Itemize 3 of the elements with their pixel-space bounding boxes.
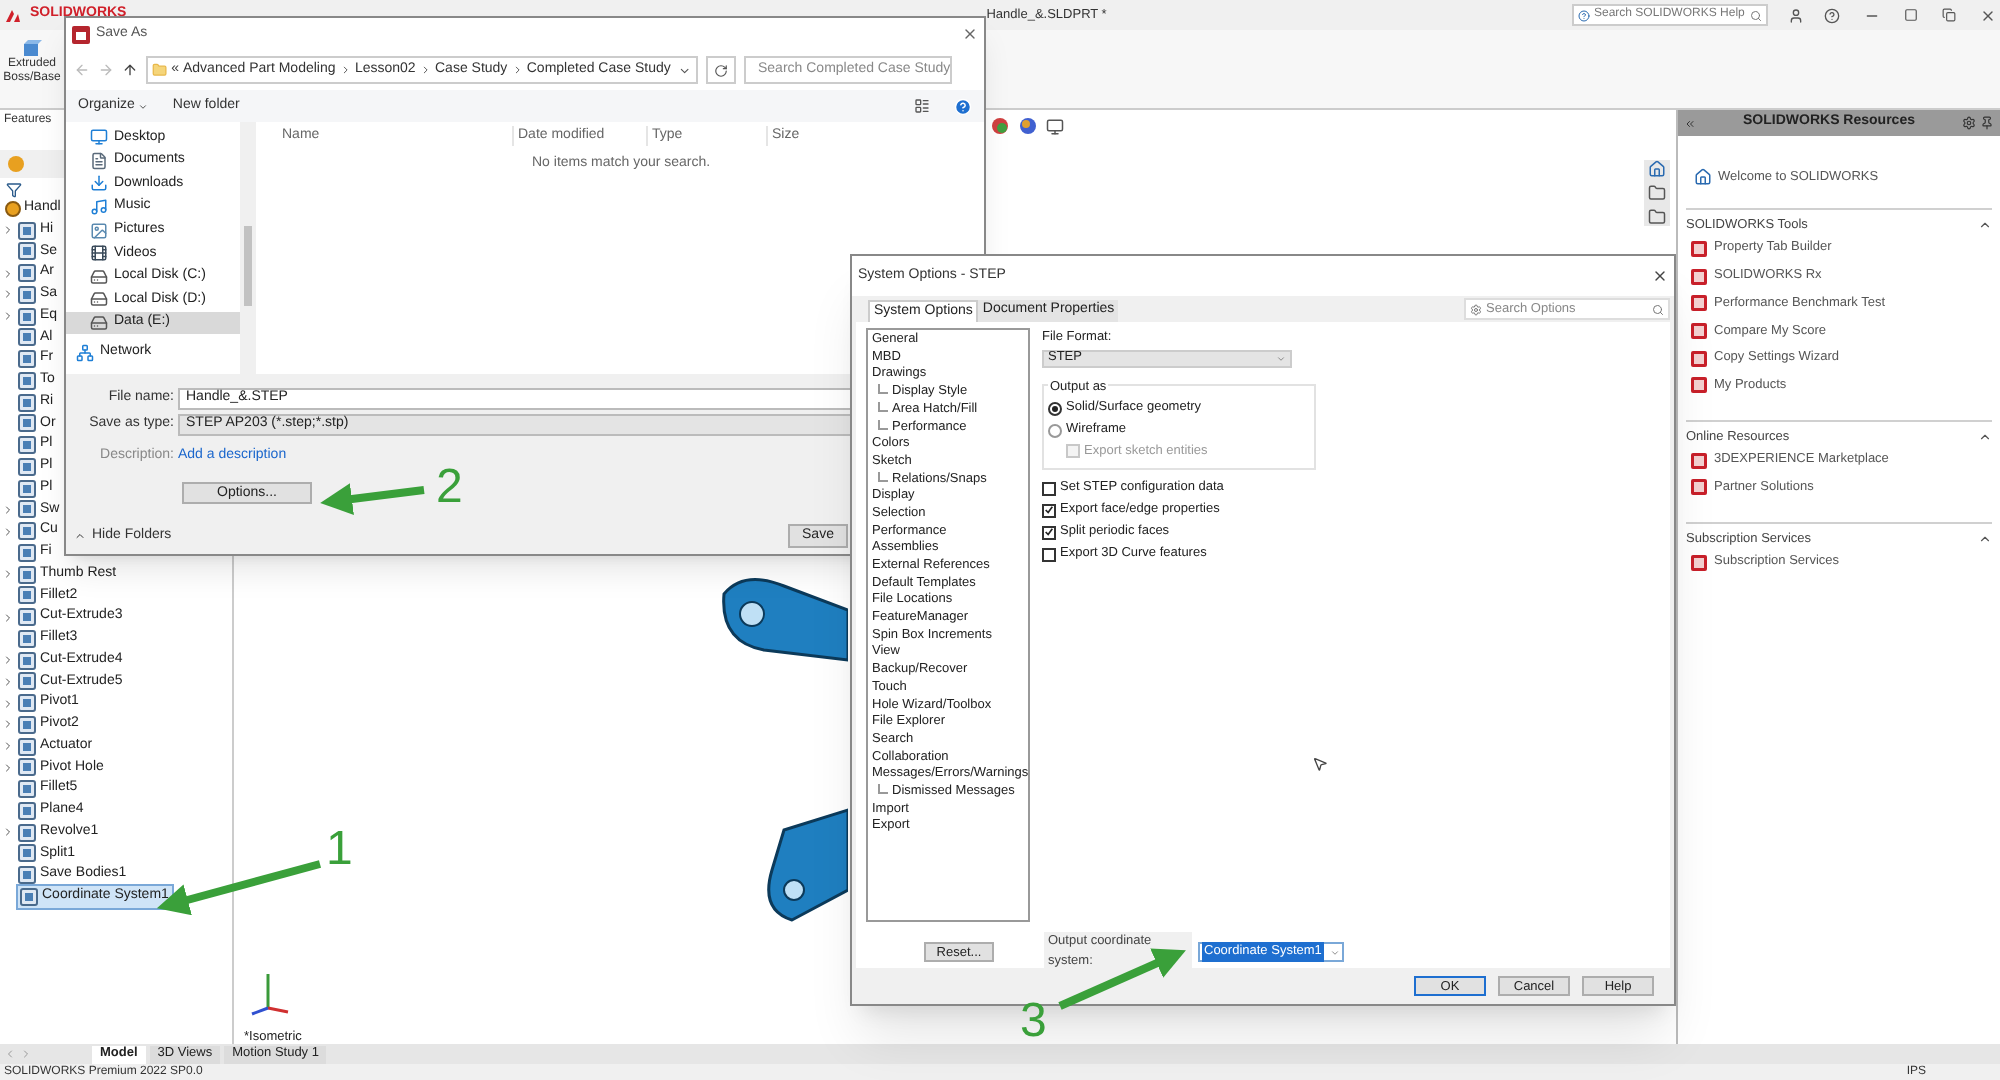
callout-number: 2 [436, 464, 463, 512]
callout-number: 1 [326, 826, 353, 874]
callout-number: 3 [1020, 998, 1047, 1046]
